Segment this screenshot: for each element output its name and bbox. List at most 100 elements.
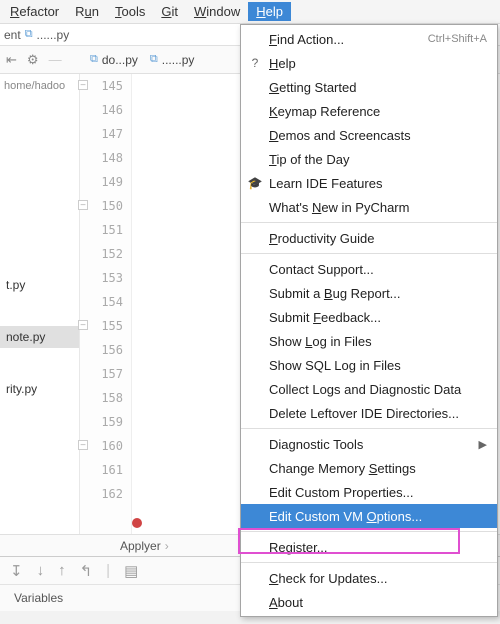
menu-item-label: Collect Logs and Diagnostic Data xyxy=(269,382,461,397)
menu-run[interactable]: Run xyxy=(67,2,107,21)
python-file-icon: ⧉ xyxy=(150,53,158,66)
menu-item[interactable]: About xyxy=(241,590,497,614)
menu-item-label: Contact Support... xyxy=(269,262,374,277)
sidebar-path: home/hadoo xyxy=(0,78,79,94)
sidebar-file[interactable]: rity.py xyxy=(0,378,79,400)
line-number: 149 xyxy=(80,170,123,194)
menu-item[interactable]: Delete Leftover IDE Directories... xyxy=(241,401,497,425)
line-number: 162 xyxy=(80,482,123,506)
step-return-icon[interactable]: ↰ xyxy=(80,562,93,580)
menu-separator xyxy=(241,562,497,563)
menu-item[interactable]: 🎓Learn IDE Features xyxy=(241,171,497,195)
menu-item-label: Edit Custom Properties... xyxy=(269,485,414,500)
gear-icon[interactable]: ⚙ xyxy=(27,52,39,68)
menu-item-label: Delete Leftover IDE Directories... xyxy=(269,406,459,421)
chevron-right-icon: › xyxy=(165,539,169,553)
line-number: 152 xyxy=(80,242,123,266)
menu-item-label: Submit Feedback... xyxy=(269,310,381,325)
line-number: 156 xyxy=(80,338,123,362)
line-number: 160– xyxy=(80,434,123,458)
sidebar-file[interactable]: t.py xyxy=(0,274,79,296)
menu-item[interactable]: Show Log in Files xyxy=(241,329,497,353)
breadcrumb-text: ent xyxy=(4,28,21,42)
project-sidebar: home/hadoo t.py note.py rity.py xyxy=(0,74,80,534)
editor-tab[interactable]: ⧉ ......py xyxy=(150,53,195,67)
menu-item[interactable]: Edit Custom Properties... xyxy=(241,480,497,504)
menu-item-label: Submit a Bug Report... xyxy=(269,286,401,301)
menu-item[interactable]: Collect Logs and Diagnostic Data xyxy=(241,377,497,401)
menu-item-label: Help xyxy=(269,56,296,71)
menu-item-label: Learn IDE Features xyxy=(269,176,382,191)
step-up-icon[interactable]: ↑ xyxy=(58,562,66,579)
line-number: 150– xyxy=(80,194,123,218)
menu-item-label: Check for Updates... xyxy=(269,571,388,586)
menu-item[interactable]: What's New in PyCharm xyxy=(241,195,497,219)
menu-git[interactable]: Git xyxy=(153,2,186,21)
menu-tools[interactable]: Tools xyxy=(107,2,153,21)
menu-item[interactable]: Submit Feedback... xyxy=(241,305,497,329)
sidebar-file[interactable]: note.py xyxy=(0,326,79,348)
line-number: 158 xyxy=(80,386,123,410)
menu-item-label: Tip of the Day xyxy=(269,152,349,167)
menu-item-label: Demos and Screencasts xyxy=(269,128,411,143)
menu-item[interactable]: Check for Updates... xyxy=(241,566,497,590)
menu-window[interactable]: Window xyxy=(186,2,248,21)
menu-item[interactable]: ? Help xyxy=(241,51,497,75)
submenu-arrow-icon: ▶ xyxy=(479,438,487,451)
menu-help[interactable]: Help xyxy=(248,2,291,21)
fold-icon[interactable]: – xyxy=(78,200,88,210)
menu-item[interactable]: Register... xyxy=(241,535,497,559)
menu-item[interactable]: Show SQL Log in Files xyxy=(241,353,497,377)
menu-item[interactable]: Productivity Guide xyxy=(241,226,497,250)
menu-item-label: Keymap Reference xyxy=(269,104,380,119)
menu-item[interactable]: Diagnostic Tools ▶ xyxy=(241,432,497,456)
menu-item[interactable]: Getting Started xyxy=(241,75,497,99)
menu-item-label: Getting Started xyxy=(269,80,356,95)
editor-tab[interactable]: ⧉do...py xyxy=(90,53,138,67)
line-number: 145– xyxy=(80,74,123,98)
line-number: 151 xyxy=(80,218,123,242)
menu-item-label: Show Log in Files xyxy=(269,334,372,349)
line-number: 155– xyxy=(80,314,123,338)
collapse-icon[interactable]: ⇤ xyxy=(6,52,17,68)
menu-item[interactable]: Keymap Reference xyxy=(241,99,497,123)
calculator-icon[interactable]: ▤ xyxy=(124,562,138,580)
step-down-icon[interactable]: ↓ xyxy=(37,562,45,579)
menubar: RefactorRunToolsGitWindowHelp xyxy=(0,0,500,24)
menu-item-icon: ? xyxy=(247,56,263,70)
menu-item[interactable]: Contact Support... xyxy=(241,257,497,281)
menu-item[interactable]: Submit a Bug Report... xyxy=(241,281,497,305)
fold-icon[interactable]: – xyxy=(78,440,88,450)
line-number: 147 xyxy=(80,122,123,146)
menu-separator xyxy=(241,253,497,254)
menu-separator xyxy=(241,531,497,532)
menu-item[interactable]: Demos and Screencasts xyxy=(241,123,497,147)
line-number: 146 xyxy=(80,98,123,122)
menu-item-label: Show SQL Log in Files xyxy=(269,358,401,373)
tab-label: ......py xyxy=(162,53,195,67)
menu-item[interactable]: Find Action... Ctrl+Shift+A xyxy=(241,27,497,51)
menu-item-label: Register... xyxy=(269,540,328,555)
menu-refactor[interactable]: Refactor xyxy=(2,2,67,21)
fold-icon[interactable]: – xyxy=(78,320,88,330)
line-number: 161 xyxy=(80,458,123,482)
menu-item[interactable]: Change Memory Settings xyxy=(241,456,497,480)
menu-item[interactable]: Tip of the Day xyxy=(241,147,497,171)
shortcut-label: Ctrl+Shift+A xyxy=(428,33,487,45)
line-number: 154 xyxy=(80,290,123,314)
menu-item-label: Find Action... xyxy=(269,32,344,47)
line-number: 157 xyxy=(80,362,123,386)
status-crumb[interactable]: Applyer xyxy=(120,539,161,553)
line-gutter: 145–146147148149150–151152153154155–1561… xyxy=(80,74,132,534)
breakpoint-icon[interactable] xyxy=(132,518,142,528)
menu-separator xyxy=(241,222,497,223)
menu-item-label: Diagnostic Tools xyxy=(269,437,363,452)
step-out-icon[interactable]: ↧ xyxy=(10,562,23,580)
menu-item-label: Change Memory Settings xyxy=(269,461,416,476)
menu-item[interactable]: Edit Custom VM Options... xyxy=(241,504,497,528)
menu-item-label: Productivity Guide xyxy=(269,231,375,246)
menu-item-label: Edit Custom VM Options... xyxy=(269,509,422,524)
fold-icon[interactable]: – xyxy=(78,80,88,90)
help-menu: Find Action... Ctrl+Shift+A? Help Getting S… xyxy=(240,24,498,617)
editor-tabs: ⧉do...py ⧉ ......py xyxy=(80,53,194,67)
